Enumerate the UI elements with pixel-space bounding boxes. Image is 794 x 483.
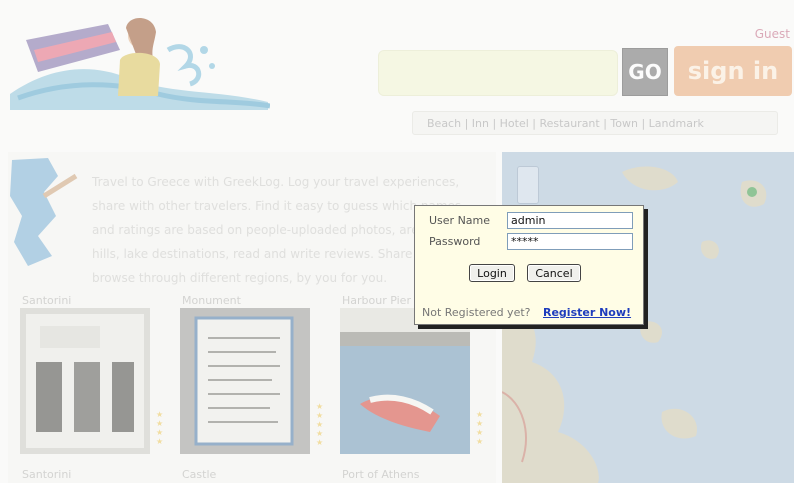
modal-overlay[interactable] bbox=[0, 0, 794, 483]
register-link[interactable]: Register Now! bbox=[543, 306, 631, 319]
password-label: Password bbox=[429, 235, 481, 248]
cancel-button[interactable]: Cancel bbox=[527, 264, 581, 282]
username-input[interactable] bbox=[507, 212, 633, 229]
page: Guest GO sign in Beach | Inn | Hotel | R… bbox=[0, 0, 794, 483]
login-dialog: User Name Password Login Cancel Not Regi… bbox=[414, 205, 644, 325]
login-button[interactable]: Login bbox=[469, 264, 515, 282]
username-label: User Name bbox=[429, 214, 491, 227]
password-input[interactable] bbox=[507, 233, 633, 250]
register-prompt: Not Registered yet? bbox=[422, 306, 531, 319]
